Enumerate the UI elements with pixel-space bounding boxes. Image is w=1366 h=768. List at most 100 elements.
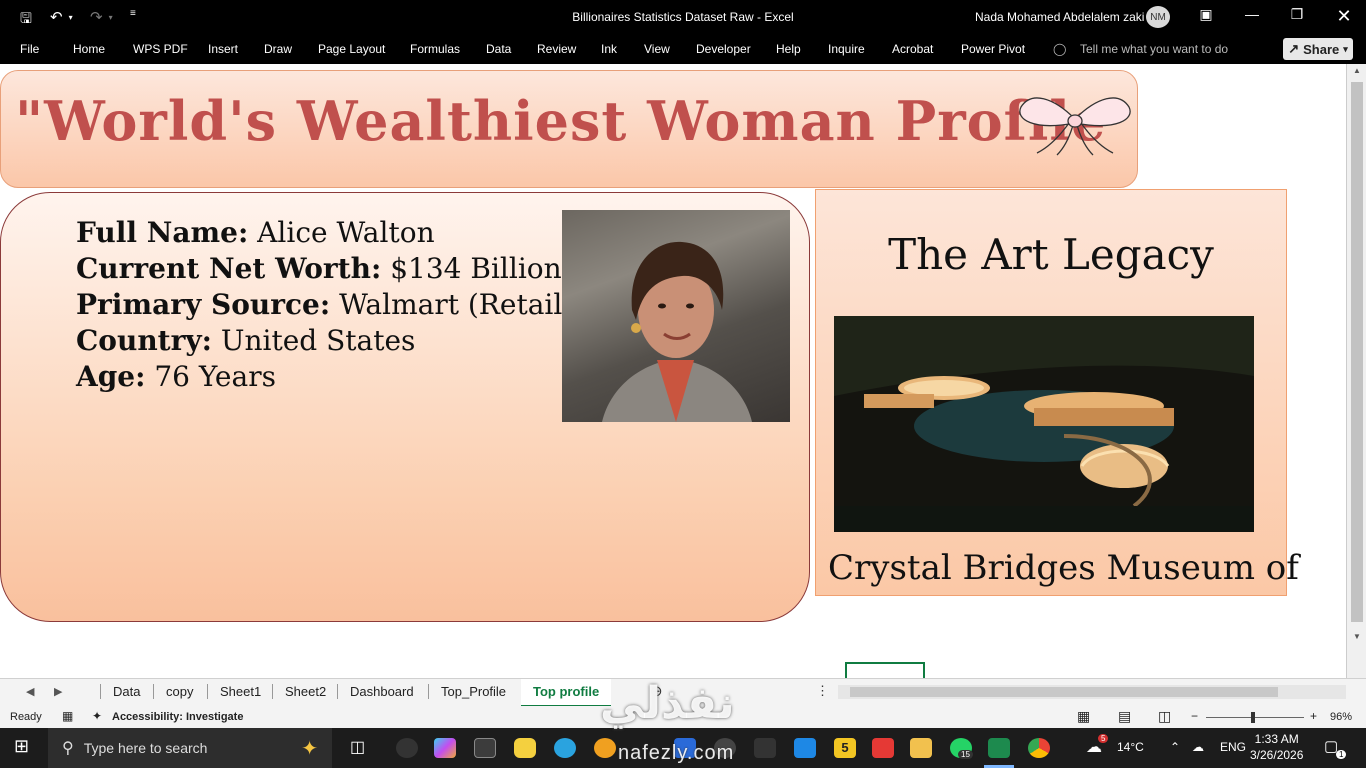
input-language[interactable]: ENG — [1220, 740, 1246, 754]
chrome-icon[interactable] — [1028, 738, 1050, 758]
terminal-icon[interactable] — [474, 738, 496, 758]
accessibility-status[interactable]: Accessibility: Investigate — [112, 711, 243, 723]
prev-sheet-icon[interactable]: ◀ — [26, 685, 34, 698]
avatar[interactable]: NM — [1146, 6, 1170, 28]
active-cell-selection[interactable] — [845, 662, 925, 678]
accessibility-icon[interactable]: ✦ — [92, 709, 102, 723]
age-value: 76 Years — [145, 360, 276, 393]
tab-home[interactable]: Home — [73, 42, 105, 56]
ribbon-display-icon[interactable]: ▣ — [1194, 6, 1218, 28]
scroll-down-icon[interactable]: ▼ — [1353, 632, 1361, 641]
ribbon-tabs: File Home WPS PDF Insert Draw Page Layou… — [0, 34, 1366, 64]
tab-wps-pdf[interactable]: WPS PDF — [133, 42, 188, 56]
country-label: Country: — [76, 324, 212, 357]
sheet-tab-top-profile-underscore[interactable]: Top_Profile — [428, 684, 506, 699]
horizontal-scroll-thumb[interactable] — [850, 687, 1278, 697]
net-worth-label: Current Net Worth: — [76, 252, 382, 285]
system-clock[interactable]: 1:33 AM 3/26/2026 — [1250, 731, 1303, 763]
zoom-slider-knob[interactable] — [1251, 712, 1255, 723]
sheet-tab-data[interactable]: Data — [100, 684, 140, 699]
tab-insert[interactable]: Insert — [208, 42, 238, 56]
portrait-photo[interactable] — [562, 210, 790, 422]
tab-review[interactable]: Review — [537, 42, 576, 56]
sheet-tab-sheet1[interactable]: Sheet1 — [207, 684, 261, 699]
ribbon-bow-icon — [1019, 97, 1131, 156]
tab-ink[interactable]: Ink — [601, 42, 617, 56]
tab-data[interactable]: Data — [486, 42, 511, 56]
tab-formulas[interactable]: Formulas — [410, 42, 460, 56]
sheet-tab-dashboard[interactable]: Dashboard — [337, 684, 414, 699]
copilot-icon[interactable] — [434, 738, 456, 758]
title-banner[interactable]: "World's Wealthiest Woman Profile — [0, 70, 1138, 188]
temperature[interactable]: 14°C — [1117, 740, 1144, 754]
portrait-illustration — [602, 241, 752, 422]
age-label: Age: — [76, 360, 146, 393]
share-label: Share — [1303, 41, 1340, 57]
full-name-label: Full Name: — [76, 216, 249, 249]
tab-developer[interactable]: Developer — [696, 42, 751, 56]
tab-acrobat[interactable]: Acrobat — [892, 42, 933, 56]
net-worth-row: Current Net Worth: $134 Billion — [76, 251, 573, 287]
taskbar-search[interactable]: ⚲ Type here to search ✦ — [48, 728, 332, 768]
sheet-tab-copy[interactable]: copy — [153, 684, 193, 699]
telegram-icon[interactable] — [554, 738, 576, 758]
vertical-scrollbar[interactable]: ▲ ▼ — [1346, 64, 1366, 678]
file-explorer-icon[interactable] — [910, 738, 932, 758]
watermark-url: nafezly.com — [618, 742, 735, 764]
tab-inquire[interactable]: Inquire — [828, 42, 865, 56]
source-label: Primary Source: — [76, 288, 331, 321]
tab-view[interactable]: View — [644, 42, 670, 56]
profile-details: Full Name: Alice Walton Current Net Wort… — [76, 215, 573, 395]
chevron-up-icon[interactable]: ⌃ — [1170, 740, 1180, 754]
tab-draw[interactable]: Draw — [264, 42, 292, 56]
tab-file[interactable]: File — [20, 42, 39, 56]
country-row: Country: United States — [76, 323, 573, 359]
tab-help[interactable]: Help — [776, 42, 801, 56]
app-icon[interactable] — [514, 738, 536, 758]
notification-badge: 15 — [958, 750, 973, 759]
app-icon[interactable]: 5 — [834, 738, 856, 758]
excel-icon[interactable] — [988, 738, 1010, 758]
tell-me-search[interactable]: Tell me what you want to do — [1080, 42, 1228, 56]
sheet-tab-top-profile-active[interactable]: Top profile — [521, 679, 612, 707]
horizontal-scrollbar[interactable] — [838, 685, 1346, 699]
share-icon: ↗ — [1288, 41, 1300, 56]
restore-icon[interactable]: ❐ — [1285, 6, 1309, 28]
tab-page-layout[interactable]: Page Layout — [318, 42, 385, 56]
weather-badge: 5 — [1098, 734, 1109, 743]
share-button[interactable]: ↗ Share ▾ — [1283, 38, 1353, 60]
copilot-sparkle-icon[interactable]: ✦ — [301, 736, 318, 761]
taskbar-search-placeholder: Type here to search — [83, 740, 208, 756]
more-options-icon[interactable]: ⋮ — [816, 683, 829, 699]
zoom-level[interactable]: 96% — [1330, 711, 1352, 723]
windows-start-icon[interactable]: ⊞ — [14, 736, 29, 757]
full-name-value: Alice Walton — [248, 216, 435, 249]
chatgpt-icon[interactable] — [396, 738, 418, 758]
museum-illustration — [834, 316, 1254, 532]
onedrive-icon[interactable]: ☁ — [1192, 740, 1204, 754]
page-break-view-icon[interactable]: ◫ — [1158, 708, 1171, 725]
zoom-out-icon[interactable]: − — [1191, 709, 1198, 723]
task-view-icon[interactable]: ◫ — [350, 737, 365, 757]
app-icon[interactable] — [754, 738, 776, 758]
worksheet-canvas[interactable]: "World's Wealthiest Woman Profile Full N… — [0, 64, 1345, 678]
zoom-in-icon[interactable]: + — [1310, 709, 1317, 723]
wps-office-icon[interactable] — [872, 738, 894, 758]
art-legacy-card[interactable]: The Art Legacy Crystal Bridges Museum of — [815, 189, 1299, 596]
next-sheet-icon[interactable]: ▶ — [54, 685, 62, 698]
app-icon[interactable] — [594, 738, 616, 758]
close-icon[interactable]: ✕ — [1332, 6, 1356, 28]
page-layout-view-icon[interactable]: ▤ — [1118, 708, 1131, 725]
sheet-tab-sheet2[interactable]: Sheet2 — [272, 684, 326, 699]
tab-power-pivot[interactable]: Power Pivot — [961, 42, 1025, 56]
minimize-icon[interactable]: — — [1240, 6, 1264, 28]
scroll-up-icon[interactable]: ▲ — [1353, 66, 1361, 75]
lightbulb-icon: ◯ — [1053, 42, 1067, 56]
macro-recording-icon[interactable]: ▦ — [62, 709, 73, 723]
museum-photo[interactable] — [834, 316, 1254, 532]
zoom-slider-track[interactable] — [1206, 717, 1304, 718]
normal-view-icon[interactable]: ▦ — [1077, 708, 1090, 725]
app-icon[interactable] — [794, 738, 816, 758]
vertical-scroll-thumb[interactable] — [1351, 82, 1363, 622]
chevron-down-icon: ▾ — [1343, 43, 1348, 54]
